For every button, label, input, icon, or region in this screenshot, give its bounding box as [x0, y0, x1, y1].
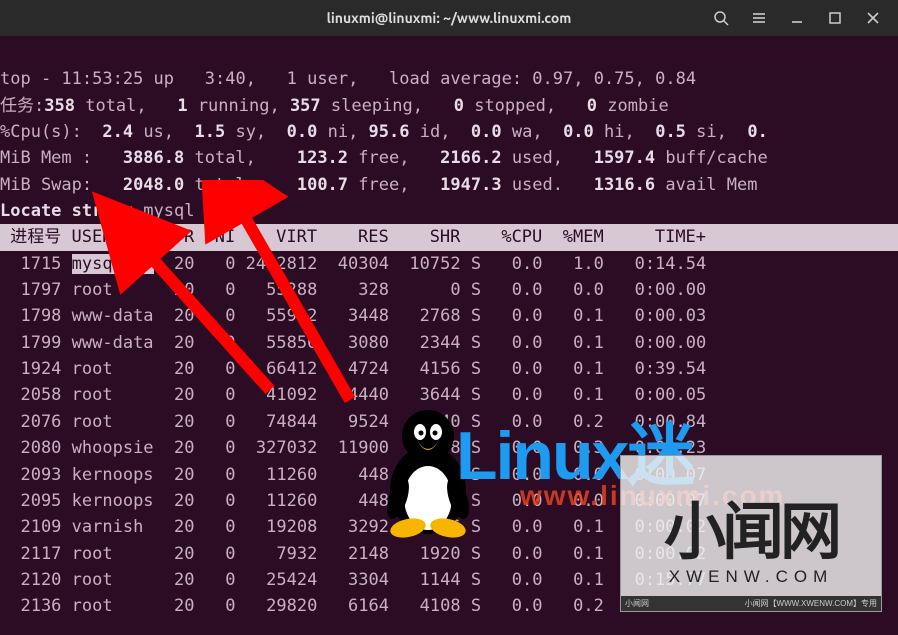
swap-line: MiB Swap: 2048.0 total, 100.7 free, 1947…	[0, 175, 768, 195]
tasks-line: 任务:358 total, 1 running, 357 sleeping, 0…	[0, 96, 669, 116]
process-row: 2058 root 20 0 41092 4440 3644 S 0.0 0.1…	[0, 385, 706, 405]
process-table-body: 1715 mysql 20 0 2482812 40304 10752 S 0.…	[0, 251, 898, 620]
process-row: 2109 varnish 20 0 19208 3292 2976 S 0.0 …	[0, 517, 706, 537]
window-titlebar: linuxmi@linuxmi: ~/www.linuxmi.com	[0, 0, 898, 36]
locate-prompt[interactable]: Locate string mysql	[0, 201, 194, 221]
mem-line: MiB Mem : 3886.8 total, 123.2 free, 2166…	[0, 148, 768, 168]
cpu-line: %Cpu(s): 2.4 us, 1.5 sy, 0.0 ni, 95.6 id…	[0, 122, 768, 142]
maximize-button[interactable]	[818, 4, 852, 32]
process-row: 2117 root 20 0 7932 2148 1920 S 0.0 0.1 …	[0, 544, 706, 564]
menu-button[interactable]	[742, 4, 776, 32]
process-row: 2120 root 20 0 25424 3304 1144 S 0.0 0.1…	[0, 570, 706, 590]
process-row: 1924 root 20 0 66412 4724 4156 S 0.0 0.1…	[0, 359, 706, 379]
window-title: linuxmi@linuxmi: ~/www.linuxmi.com	[327, 10, 572, 26]
process-row: 2136 root 20 0 29820 6164 4108 S 0.0 0.2…	[0, 596, 706, 616]
process-table-header: 进程号 USER PR NI VIRT RES SHR %CPU %MEM TI…	[0, 224, 898, 250]
process-row: 1715 mysql 20 0 2482812 40304 10752 S 0.…	[0, 254, 706, 274]
top-line: top - 11:53:25 up 3:40, 1 user, load ave…	[0, 69, 696, 89]
process-row: 2093 kernoops 20 0 11260 448 0 S 0.0 0.0…	[0, 465, 706, 485]
process-row: 2095 kernoops 20 0 11260 448 0 S 0.0 0.0…	[0, 491, 706, 511]
search-button[interactable]	[704, 4, 738, 32]
terminal-output[interactable]: top - 11:53:25 up 3:40, 1 user, load ave…	[0, 36, 898, 620]
process-row: 1798 www-data 20 0 55992 3448 2768 S 0.0…	[0, 306, 706, 326]
process-row: 1799 www-data 20 0 55856 3080 2344 S 0.0…	[0, 333, 706, 353]
process-row: 2076 root 20 0 74844 9524 8240 S 0.0 0.2…	[0, 412, 706, 432]
process-row: 1797 root 20 0 55288 328 0 S 0.0 0.0 0:0…	[0, 280, 706, 300]
minimize-button[interactable]	[780, 4, 814, 32]
process-row: 2080 whoopsie 20 0 327032 11900 10888 S …	[0, 438, 706, 458]
close-button[interactable]	[856, 4, 890, 32]
